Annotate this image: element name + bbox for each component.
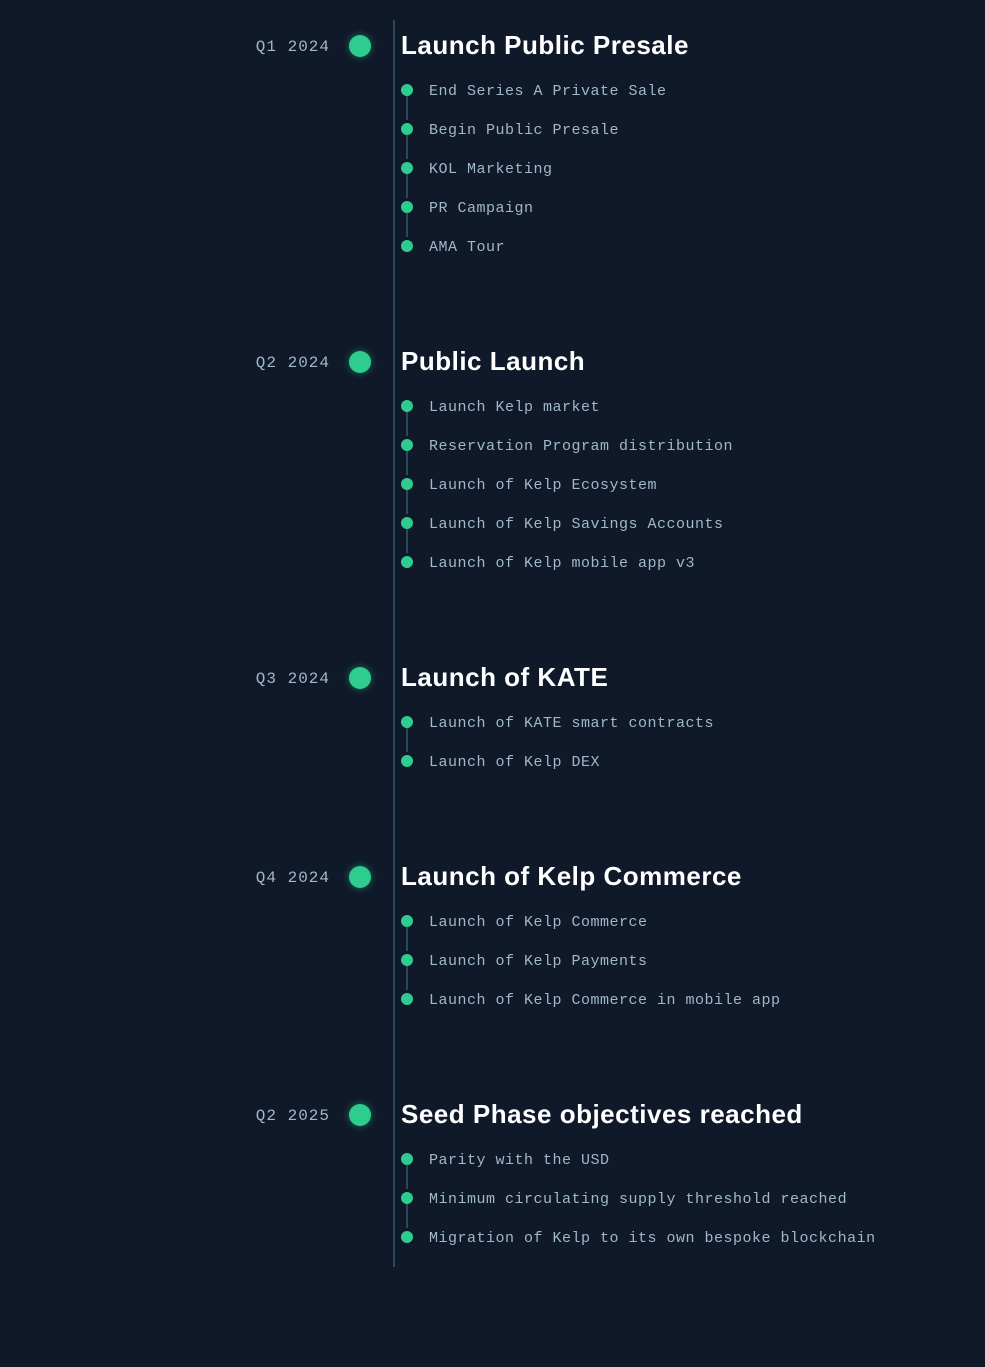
item-connector-line xyxy=(406,489,408,514)
item-dot xyxy=(401,1231,413,1243)
timeline-container: Q1 2024 Launch Public Presale End Series A… xyxy=(0,20,985,1267)
item-dot xyxy=(401,556,413,568)
timeline-item: AMA Tour xyxy=(401,237,985,258)
timeline-section: Q3 2024 Launch of KATE Launch of KATE smar… xyxy=(0,652,985,791)
timeline-section-title: Launch Public Presale xyxy=(401,30,985,61)
timeline-content: Launch of Kelp CommerceLaunch of Kelp Co… xyxy=(401,861,985,1029)
item-text: Migration of Kelp to its own bespoke blo… xyxy=(429,1228,876,1249)
timeline-items-list: Launch of KATE smart contracts Launch of … xyxy=(401,713,985,773)
timeline-item: Begin Public Presale xyxy=(401,120,985,141)
item-connector-line xyxy=(406,173,408,198)
timeline-items-list: End Series A Private Sale Begin Public Pr… xyxy=(401,81,985,258)
item-connector-line xyxy=(406,965,408,990)
item-dot xyxy=(401,400,413,412)
timeline-content: Launch Public Presale End Series A Privat… xyxy=(401,30,985,276)
timeline-main-dot xyxy=(349,351,371,373)
item-text: Launch of Kelp Savings Accounts xyxy=(429,514,724,535)
item-connector-line xyxy=(406,1164,408,1189)
item-dot xyxy=(401,915,413,927)
item-connector-line xyxy=(406,450,408,475)
item-text: Launch of Kelp Commerce xyxy=(429,912,648,933)
timeline-item: Launch of Kelp Ecosystem xyxy=(401,475,985,496)
timeline-section: Q2 2024 Public Launch Launch Kelp market Re… xyxy=(0,336,985,592)
item-text: Launch of Kelp Commerce in mobile app xyxy=(429,990,781,1011)
item-text: Launch Kelp market xyxy=(429,397,600,418)
timeline-item: Minimum circulating supply threshold rea… xyxy=(401,1189,985,1210)
timeline-content: Seed Phase objectives reached Parity with… xyxy=(401,1099,985,1267)
item-connector-line xyxy=(406,212,408,237)
item-dot xyxy=(401,716,413,728)
timeline-date: Q1 2024 xyxy=(0,30,360,56)
item-dot xyxy=(401,439,413,451)
item-connector-line xyxy=(406,411,408,436)
item-dot xyxy=(401,123,413,135)
timeline-item: Launch of Kelp Commerce in mobile app xyxy=(401,990,985,1011)
timeline-section: Q4 2024Launch of Kelp CommerceLaunch of … xyxy=(0,851,985,1029)
timeline-item: Launch Kelp market xyxy=(401,397,985,418)
item-text: Launch of KATE smart contracts xyxy=(429,713,714,734)
timeline-item: KOL Marketing xyxy=(401,159,985,180)
timeline-section-title: Public Launch xyxy=(401,346,985,377)
timeline-date: Q4 2024 xyxy=(0,861,360,887)
item-dot xyxy=(401,1153,413,1165)
item-dot xyxy=(401,1192,413,1204)
item-dot xyxy=(401,755,413,767)
item-dot xyxy=(401,993,413,1005)
item-connector-line xyxy=(406,926,408,951)
timeline-item: End Series A Private Sale xyxy=(401,81,985,102)
timeline-item: Migration of Kelp to its own bespoke blo… xyxy=(401,1228,985,1249)
timeline-section-title: Seed Phase objectives reached xyxy=(401,1099,985,1130)
timeline-main-dot xyxy=(349,1104,371,1126)
item-text: PR Campaign xyxy=(429,198,534,219)
timeline-section: Q2 2025 Seed Phase objectives reached Pari… xyxy=(0,1089,985,1267)
item-dot xyxy=(401,201,413,213)
item-text: Begin Public Presale xyxy=(429,120,619,141)
item-connector-line xyxy=(406,528,408,553)
timeline-date: Q2 2024 xyxy=(0,346,360,372)
timeline-content: Launch of KATE Launch of KATE smart contr… xyxy=(401,662,985,791)
item-text: End Series A Private Sale xyxy=(429,81,667,102)
timeline-date: Q2 2025 xyxy=(0,1099,360,1125)
timeline-content: Public Launch Launch Kelp market Reservati… xyxy=(401,346,985,592)
timeline-date: Q3 2024 xyxy=(0,662,360,688)
item-connector-line xyxy=(406,95,408,120)
timeline-item: Launch of Kelp Savings Accounts xyxy=(401,514,985,535)
timeline-item: Launch of Kelp mobile app v3 xyxy=(401,553,985,574)
timeline-section: Q1 2024 Launch Public Presale End Series A… xyxy=(0,20,985,276)
timeline-section-title: Launch of Kelp Commerce xyxy=(401,861,985,892)
timeline-section-title: Launch of KATE xyxy=(401,662,985,693)
item-text: Launch of Kelp DEX xyxy=(429,752,600,773)
item-dot xyxy=(401,517,413,529)
timeline-main-dot xyxy=(349,35,371,57)
item-text: AMA Tour xyxy=(429,237,505,258)
timeline-item: Launch of KATE smart contracts xyxy=(401,713,985,734)
item-text: Minimum circulating supply threshold rea… xyxy=(429,1189,847,1210)
timeline-item: Launch of Kelp Commerce xyxy=(401,912,985,933)
item-text: Launch of Kelp Payments xyxy=(429,951,648,972)
item-dot xyxy=(401,162,413,174)
item-dot xyxy=(401,84,413,96)
timeline-main-dot xyxy=(349,667,371,689)
item-text: Reservation Program distribution xyxy=(429,436,733,457)
timeline-item: Reservation Program distribution xyxy=(401,436,985,457)
item-connector-line xyxy=(406,727,408,752)
timeline-item: PR Campaign xyxy=(401,198,985,219)
item-text: KOL Marketing xyxy=(429,159,553,180)
timeline-item: Parity with the USD xyxy=(401,1150,985,1171)
timeline-main-dot xyxy=(349,866,371,888)
item-text: Launch of Kelp mobile app v3 xyxy=(429,553,695,574)
timeline-item: Launch of Kelp DEX xyxy=(401,752,985,773)
item-connector-line xyxy=(406,1203,408,1228)
timeline-items-list: Launch Kelp market Reservation Program di… xyxy=(401,397,985,574)
item-dot xyxy=(401,240,413,252)
item-dot xyxy=(401,478,413,490)
item-connector-line xyxy=(406,134,408,159)
item-text: Parity with the USD xyxy=(429,1150,610,1171)
item-text: Launch of Kelp Ecosystem xyxy=(429,475,657,496)
timeline-items-list: Parity with the USD Minimum circulating s… xyxy=(401,1150,985,1249)
timeline-item: Launch of Kelp Payments xyxy=(401,951,985,972)
timeline-items-list: Launch of Kelp Commerce Launch of Kelp Pa… xyxy=(401,912,985,1011)
item-dot xyxy=(401,954,413,966)
